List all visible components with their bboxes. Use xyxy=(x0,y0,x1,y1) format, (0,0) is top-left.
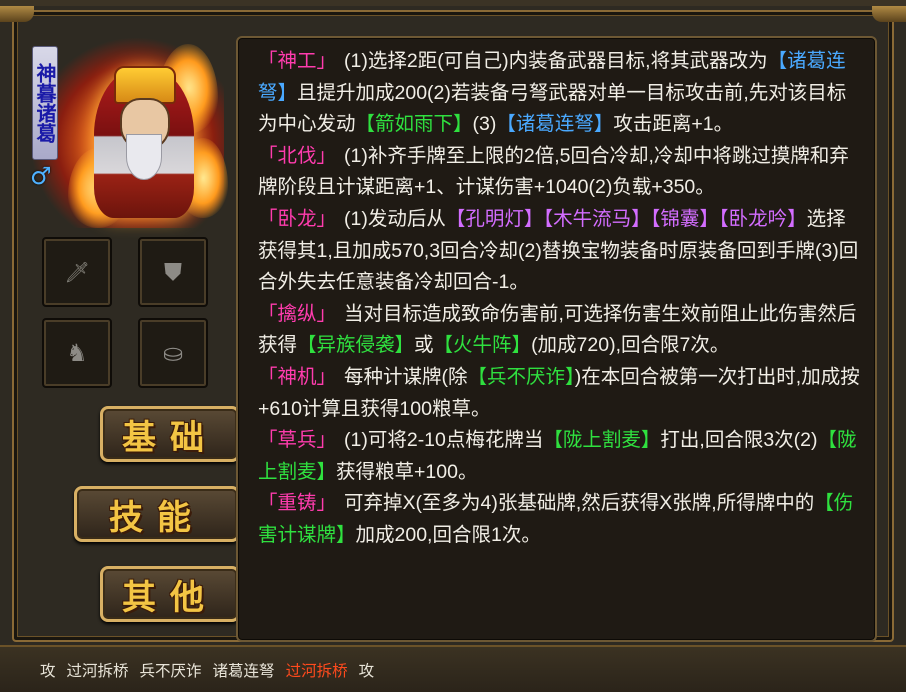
treasure-chest-icon: ⛀ xyxy=(162,339,184,367)
skill-text: 或 xyxy=(414,334,434,357)
treasure-slot[interactable]: ⛀ xyxy=(138,318,208,388)
skill-text: 获得粮草+100。 xyxy=(336,460,478,483)
status-log-item: 诸葛连弩 xyxy=(212,662,275,680)
skill-text: (加成720),回合限7次。 xyxy=(531,334,730,357)
skill-text: 加成200,回合限1次。 xyxy=(355,523,541,546)
card-reference: 【诸葛连弩】 xyxy=(496,113,614,136)
skill-text: 每种计谋牌(除 xyxy=(344,365,468,388)
card-reference: 【兵不厌诈】 xyxy=(467,365,575,388)
skill-name: 「草兵」 xyxy=(258,429,337,452)
skill-text: (1)可将2-10点梅花牌当 xyxy=(344,429,544,452)
skill-name: 「重铸」 xyxy=(258,492,337,515)
skill-entry: 「北伐」 (1)补齐手牌至上限的2倍,5回合冷却,冷却中将跳过摸牌和弃牌阶段且计谋… xyxy=(258,141,865,204)
skill-text: 攻击距离+1。 xyxy=(613,113,734,136)
status-log-item: 过河拆桥 xyxy=(285,662,348,680)
skill-text: (3) xyxy=(472,113,497,136)
skill-entry: 「神工」 (1)选择2距(可自己)内装备武器目标,将其武器改为【诸葛连弩】且提升加… xyxy=(258,46,865,141)
skill-name: 「擒纵」 xyxy=(258,302,337,325)
skill-entry: 「草兵」 (1)可将2-10点梅花牌当【陇上割麦】打出,回合限3次(2)【陇上割麦… xyxy=(258,425,865,488)
skill-entry: 「神机」 每种计谋牌(除【兵不厌诈】)在本回合被第一次打出时,加成按+610计算且… xyxy=(258,362,865,425)
weapon-slot[interactable]: 🗡 xyxy=(42,237,112,307)
card-reference: 【异族侵袭】 xyxy=(297,334,415,357)
status-log-item: 兵不厌诈 xyxy=(139,662,202,680)
hero-name-label: 神暮诸葛 xyxy=(32,46,58,160)
card-reference: 【锦囊】 xyxy=(650,207,719,230)
skill-text: (1)补齐手牌至上限的2倍,5回合冷却,冷却中将跳过摸牌和弃牌阶段且计谋距离+1… xyxy=(258,144,849,199)
hero-beard xyxy=(126,134,162,180)
armor-slot[interactable]: ⛊ xyxy=(138,237,208,307)
status-log-item: 过河拆桥 xyxy=(66,662,129,680)
card-reference: 【木牛流马】 xyxy=(543,207,651,230)
skill-name: 「神工」 xyxy=(258,50,337,72)
skill-text: (1)发动后从 xyxy=(344,207,446,230)
skill-text: 可弃掉X(至多为4)张基础牌,然后获得X张牌,所得牌中的 xyxy=(344,492,815,515)
card-reference: 【孔明灯】 xyxy=(445,207,544,230)
skill-name: 「北伐」 xyxy=(258,144,337,167)
sword-icon: 🗡 xyxy=(64,260,90,284)
tab-skills[interactable]: 技能 xyxy=(74,486,240,542)
male-gender-icon: ♂ xyxy=(30,162,52,190)
horse-slot[interactable]: ♞ xyxy=(42,318,112,388)
tab-other[interactable]: 其他 xyxy=(100,566,240,622)
skill-description-panel: 「神工」 (1)选择2距(可自己)内装备武器目标,将其武器改为【诸葛连弩】且提升加… xyxy=(236,36,877,642)
status-bar: 攻过河拆桥 兵不厌诈 诸葛连弩 过河拆桥攻 xyxy=(0,645,906,692)
skill-entry: 「擒纵」 当对目标造成致命伤害前,可选择伤害生效前阻止此伤害然后获得【异族侵袭】或… xyxy=(258,299,865,362)
shield-icon: ⛊ xyxy=(164,258,182,286)
game-window-frame: 神暮诸葛 ♂ 🗡 ⛊ ♞ ⛀ 基础 技能 其他 「神工」 (1)选择2距(可自己)… xyxy=(0,0,906,645)
skill-text: (1)选择2距(可自己)内装备武器目标,将其武器改为 xyxy=(344,50,768,72)
card-reference: 【卧龙吟】 xyxy=(718,207,807,230)
status-log-item: 攻 xyxy=(40,662,56,680)
frame-corner-ornament xyxy=(0,6,34,22)
frame-corner-ornament xyxy=(872,6,906,22)
card-reference: 【火牛阵】 xyxy=(433,334,532,357)
skill-name: 「卧龙」 xyxy=(258,207,337,230)
status-log-item: 攻 xyxy=(358,662,375,680)
skill-entry: 「重铸」 可弃掉X(至多为4)张基础牌,然后获得X张牌,所得牌中的【伤害计谋牌】加… xyxy=(258,488,865,551)
skill-name: 「神机」 xyxy=(258,365,337,388)
tab-basic[interactable]: 基础 xyxy=(100,406,240,462)
skill-text: 打出,回合限3次(2) xyxy=(660,429,818,452)
card-reference: 【箭如雨下】 xyxy=(355,113,473,136)
horse-icon: ♞ xyxy=(66,339,88,367)
card-reference: 【陇上割麦】 xyxy=(543,429,661,452)
skill-entry: 「卧龙」 (1)发动后从【孔明灯】【木牛流马】【锦囊】【卧龙吟】选择获得其1,且加… xyxy=(258,204,865,299)
